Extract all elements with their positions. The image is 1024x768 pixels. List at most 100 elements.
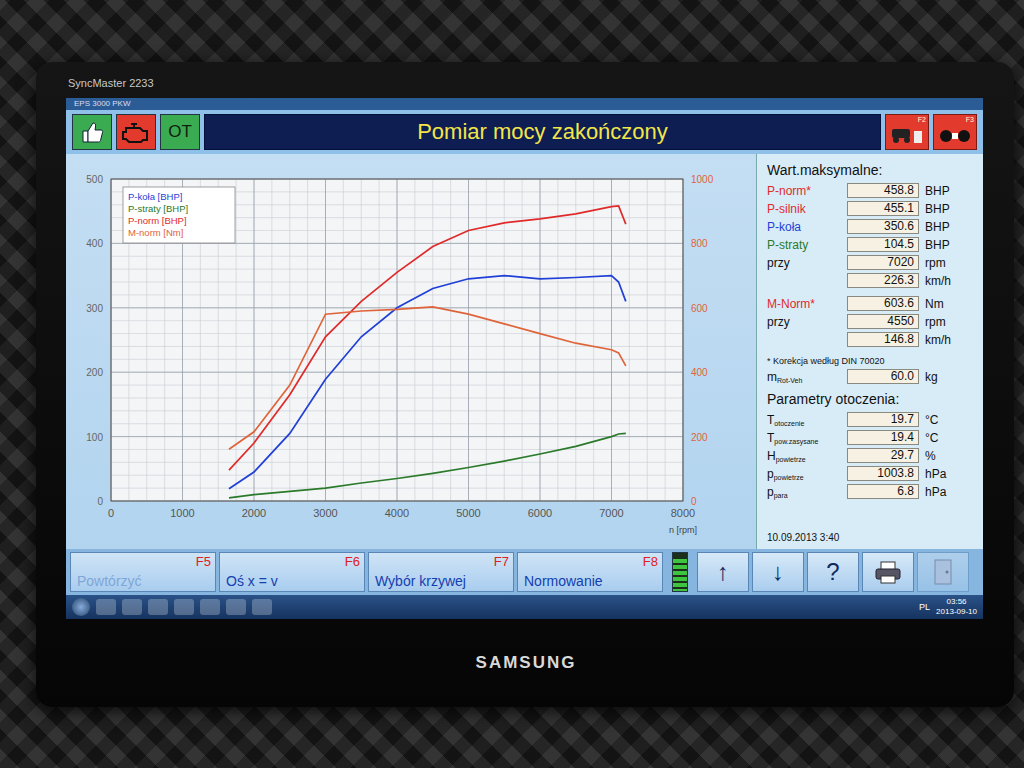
value-row: Totoczenie19.7°C [767, 411, 973, 428]
value-label: przy [767, 256, 847, 270]
value-label: Tpow.zasysane [767, 431, 847, 445]
dyno-button[interactable]: F2 [885, 114, 929, 150]
mass-group: mRot-Veh60.0kg [767, 368, 973, 385]
value-label: P-straty [767, 238, 847, 252]
value-row: M-Norm*603.6Nm [767, 295, 973, 312]
status-text[interactable]: OT [160, 114, 200, 150]
value-unit: km/h [919, 274, 951, 288]
value-unit: °C [919, 413, 938, 427]
button-glyph: ↓ [772, 558, 784, 586]
exit-button[interactable] [917, 552, 969, 592]
value-row: Hpowietrze29.7% [767, 447, 973, 464]
dyno-icon [890, 125, 924, 145]
legend [123, 187, 235, 243]
label-sub: pow.zasysane [774, 438, 818, 445]
level-meter [672, 552, 688, 592]
main-area: 0100020003000400050006000700080000100200… [66, 154, 983, 549]
ambient-group: Totoczenie19.7°CTpow.zasysane19.4°CHpowi… [767, 411, 973, 500]
max-values-panel: Wart.maksymalne:P-norm*458.8BHPP-silnik4… [756, 154, 983, 549]
function-key[interactable]: PowtórzyćF5 [70, 552, 216, 592]
value-row: 226.3km/h [767, 272, 973, 289]
status-thumbs[interactable] [72, 114, 112, 150]
right-tick: 600 [691, 303, 708, 314]
label-sub: powietrze [774, 474, 804, 481]
value-field: 19.7 [847, 412, 919, 427]
x-tick: 4000 [385, 507, 409, 519]
value-label: przy [767, 315, 847, 329]
text-button[interactable]: ↓ [752, 552, 804, 592]
value-unit: kg [919, 370, 938, 384]
value-row: P-koła350.6BHP [767, 218, 973, 235]
function-key[interactable]: NormowanieF8 [517, 552, 663, 592]
taskbar-app-icon[interactable] [200, 599, 220, 615]
exit-icon [930, 558, 956, 586]
clock: 03:562013-09-10 [936, 597, 977, 617]
left-tick: 500 [86, 174, 103, 185]
section-title: Parametry otoczenia: [767, 391, 973, 407]
value-field: 29.7 [847, 448, 919, 463]
value-field: 458.8 [847, 183, 919, 198]
series-line [229, 307, 626, 449]
taskbar: PL03:562013-09-10 [66, 595, 983, 619]
taskbar-app-icon[interactable] [122, 599, 142, 615]
monitor-model: SyncMaster 2233 [66, 68, 986, 98]
value-field: 1003.8 [847, 466, 919, 481]
x-tick: 5000 [456, 507, 480, 519]
right-tick: 800 [691, 238, 708, 249]
function-label: Wybór krzywej [375, 574, 466, 588]
legend-item: M-norm [Nm] [128, 227, 183, 238]
chart-panel: 0100020003000400050006000700080000100200… [66, 154, 756, 549]
date-label: 10.09.2013 3:40 [767, 532, 973, 545]
key-label: F2 [918, 116, 926, 123]
value-field: 104.5 [847, 237, 919, 252]
value-unit: Nm [919, 297, 944, 311]
taskbar-app-icon[interactable] [96, 599, 116, 615]
right-tick: 200 [691, 432, 708, 443]
function-key[interactable]: Wybór krzywejF7 [368, 552, 514, 592]
x-tick: 0 [108, 507, 114, 519]
status-label: OT [168, 122, 192, 142]
value-field: 19.4 [847, 430, 919, 445]
brand-row: SAMSUNG [66, 619, 986, 707]
value-field: 7020 [847, 255, 919, 270]
value-row: przy7020rpm [767, 254, 973, 271]
function-label: Powtórzyć [77, 574, 142, 588]
series-line [229, 276, 626, 489]
x-tick: 2000 [242, 507, 266, 519]
printer-button[interactable] [862, 552, 914, 592]
taskbar-app-icon[interactable] [148, 599, 168, 615]
function-key-code: F6 [345, 555, 360, 569]
label-text: p [767, 467, 774, 481]
label-text: T [767, 413, 774, 427]
text-button[interactable]: ? [807, 552, 859, 592]
value-row: przy4550rpm [767, 313, 973, 330]
function-label: Oś x = v [226, 574, 278, 588]
section-title: Wart.maksymalne: [767, 162, 973, 178]
taskbar-app-icon[interactable] [174, 599, 194, 615]
toolbar: OTPomiar mocy zakończonyF2F3 [66, 110, 983, 154]
level-fill [673, 559, 687, 591]
function-key[interactable]: Oś x = v F6 [219, 552, 365, 592]
taskbar-app-icon[interactable] [226, 599, 246, 615]
right-tick: 1000 [691, 174, 714, 185]
key-label: F3 [966, 116, 974, 123]
value-label: P-koła [767, 220, 847, 234]
value-unit: km/h [919, 333, 951, 347]
rollers-button[interactable]: F3 [933, 114, 977, 150]
text-button[interactable]: ↑ [697, 552, 749, 592]
label-text: T [767, 431, 774, 445]
app-title: EPS 3000 PKW [66, 98, 983, 110]
value-row: Tpow.zasysane19.4°C [767, 429, 973, 446]
left-tick: 100 [86, 432, 103, 443]
left-tick: 200 [86, 367, 103, 378]
button-glyph: ? [826, 558, 839, 586]
taskbar-app-icon[interactable] [252, 599, 272, 615]
right-tick: 400 [691, 367, 708, 378]
label-text: m [767, 370, 777, 384]
status-engine[interactable] [116, 114, 156, 150]
value-row: mRot-Veh60.0kg [767, 368, 973, 385]
left-tick: 300 [86, 303, 103, 314]
start-button[interactable] [72, 598, 90, 616]
value-field: 226.3 [847, 273, 919, 288]
screen: EPS 3000 PKWOTPomiar mocy zakończonyF2F3… [66, 98, 983, 619]
